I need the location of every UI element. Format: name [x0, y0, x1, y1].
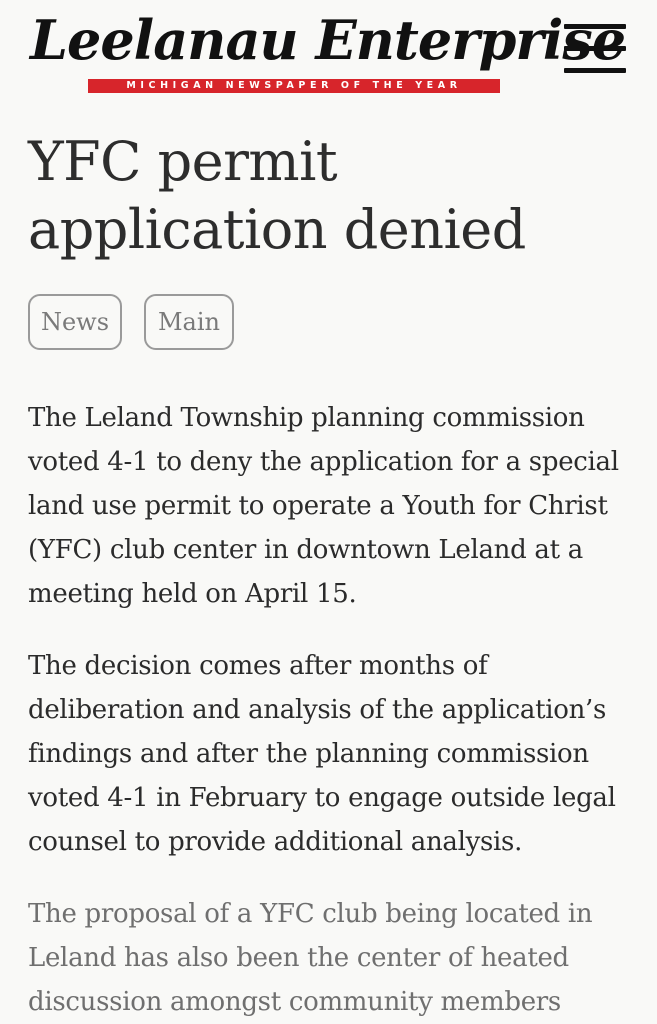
article-title-line2: application denied [28, 198, 526, 261]
site-logo[interactable]: Leelanau Enterprise MICHIGAN NEWSPAPER O… [30, 8, 626, 93]
menu-bar [564, 24, 626, 29]
menu-bar [564, 46, 626, 51]
article-paragraph: The Leland Township planning commission … [28, 403, 619, 609]
article-title-line1: YFC permit [28, 130, 338, 193]
hamburger-menu-icon[interactable] [562, 24, 628, 78]
tag-news[interactable]: News [28, 294, 122, 350]
article-paragraph: The decision comes after months of delib… [28, 651, 616, 857]
tag-main[interactable]: Main [144, 294, 234, 350]
site-logo-title: Leelanau Enterprise [30, 8, 626, 72]
article-body: The Leland Township planning commission … [28, 396, 634, 1024]
menu-bar [564, 68, 626, 73]
article-title: YFC permit application denied [28, 128, 638, 264]
masthead: Leelanau Enterprise MICHIGAN NEWSPAPER O… [0, 0, 657, 100]
site-logo-tagline: MICHIGAN NEWSPAPER OF THE YEAR [88, 79, 500, 93]
article-paragraph-faded: The proposal of a YFC club being located… [28, 899, 593, 1017]
